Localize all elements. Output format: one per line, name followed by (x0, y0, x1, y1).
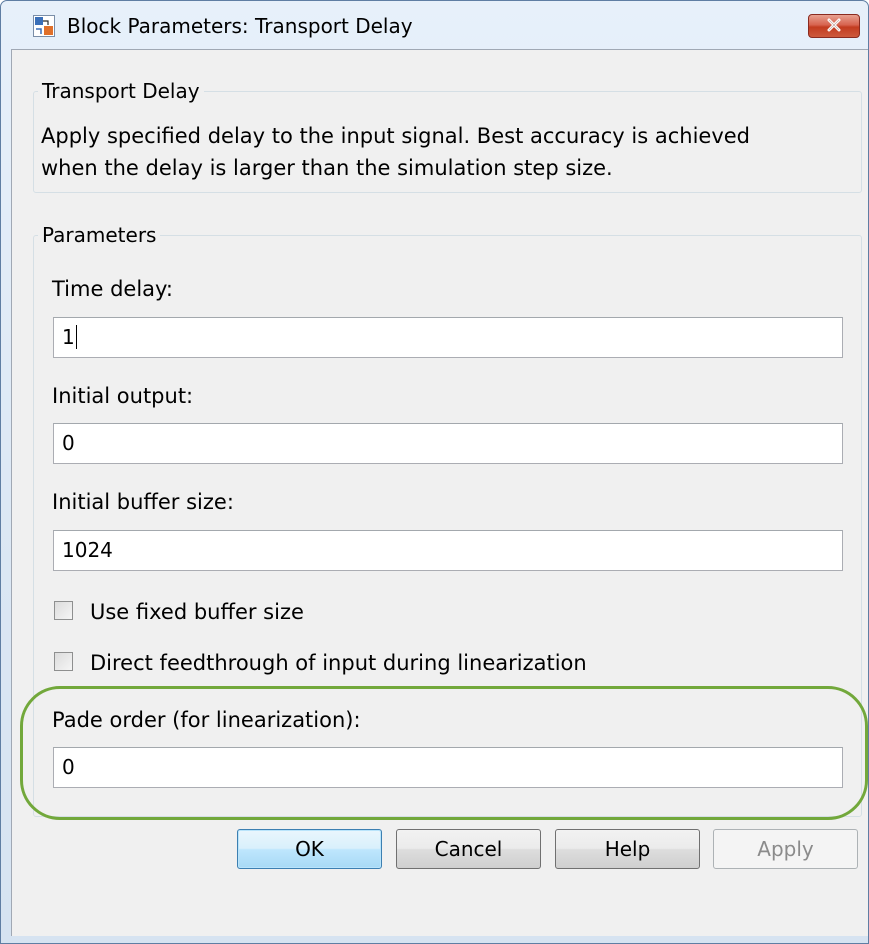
close-icon (826, 17, 842, 36)
initial-output-value: 0 (62, 431, 75, 455)
initial-buffer-size-value: 1024 (62, 538, 113, 562)
dialog-window: Block Parameters: Transport Delay Transp… (0, 0, 869, 944)
pade-order-input[interactable]: 0 (53, 747, 843, 788)
use-fixed-buffer-label: Use fixed buffer size (90, 600, 304, 624)
parameters-group-title: Parameters (38, 223, 161, 247)
time-delay-label: Time delay: (52, 277, 173, 301)
initial-output-label: Initial output: (52, 384, 194, 408)
initial-buffer-size-input[interactable]: 1024 (53, 530, 843, 571)
window-title: Block Parameters: Transport Delay (67, 14, 413, 38)
direct-feedthrough-checkbox[interactable] (54, 652, 73, 671)
initial-output-input[interactable]: 0 (53, 423, 843, 464)
ok-button[interactable]: OK (237, 829, 382, 869)
use-fixed-buffer-checkbox-row[interactable]: Use fixed buffer size (54, 599, 454, 625)
text-caret (75, 324, 77, 349)
dialog-content: Transport Delay Apply specified delay to… (11, 49, 868, 936)
cancel-button[interactable]: Cancel (396, 829, 541, 869)
use-fixed-buffer-checkbox[interactable] (54, 601, 73, 620)
direct-feedthrough-checkbox-row[interactable]: Direct feedthrough of input during linea… (54, 650, 754, 676)
description-line-1: Apply specified delay to the input signa… (41, 124, 751, 148)
help-button[interactable]: Help (555, 829, 700, 869)
description-group-title: Transport Delay (38, 79, 204, 103)
title-bar[interactable]: Block Parameters: Transport Delay (1, 1, 868, 49)
description-line-2: when the delay is larger than the simula… (41, 156, 613, 180)
pade-order-label: Pade order (for linearization): (52, 708, 361, 732)
time-delay-input[interactable]: 1 (53, 317, 843, 358)
apply-button[interactable]: Apply (713, 829, 858, 869)
pade-order-value: 0 (62, 755, 75, 779)
close-button[interactable] (808, 14, 860, 38)
time-delay-value: 1 (62, 325, 75, 349)
simulink-block-icon (33, 15, 55, 37)
initial-buffer-size-label: Initial buffer size: (52, 490, 234, 514)
direct-feedthrough-label: Direct feedthrough of input during linea… (90, 651, 587, 675)
